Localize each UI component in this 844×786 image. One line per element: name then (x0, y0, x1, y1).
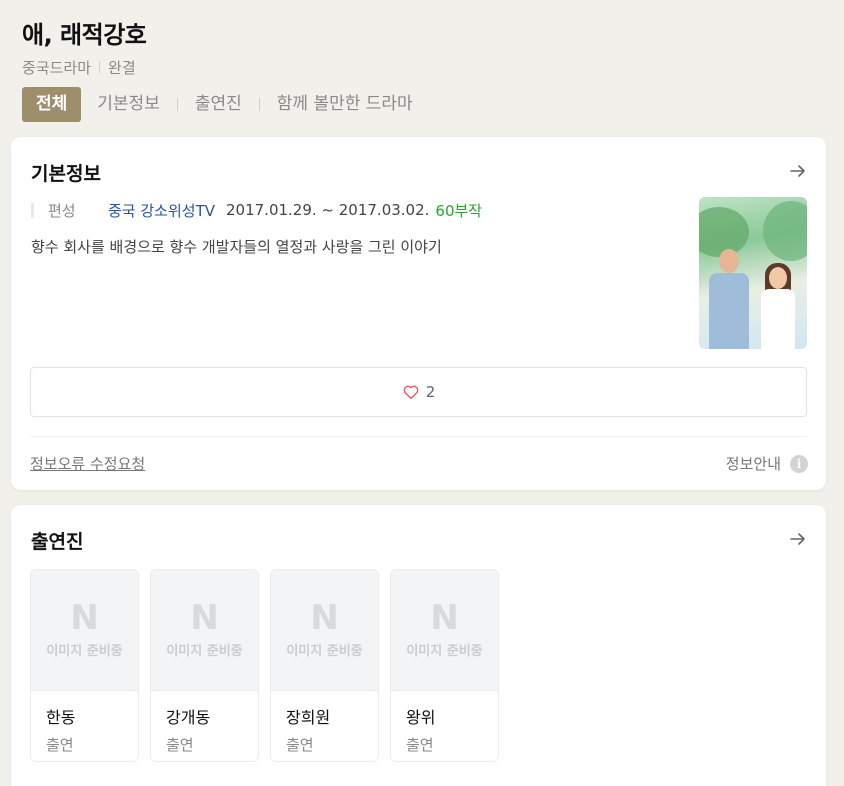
drama-poster[interactable] (699, 197, 807, 349)
placeholder-n-logo: N (190, 598, 219, 638)
broadcast-label: 편성 (48, 201, 76, 220)
status-label: 완결 (108, 58, 136, 77)
placeholder-n-logo: N (310, 598, 339, 638)
cast-photo-placeholder: N 이미지 준비중 (391, 570, 498, 691)
cast-role: 출연 (46, 736, 74, 754)
section-divider (30, 436, 807, 437)
tab-divider (176, 98, 178, 111)
cast-list: N 이미지 준비중 한동 출연 N 이미지 준비중 강개동 출연 N 이미지 준… (30, 569, 510, 762)
placeholder-n-logo: N (70, 598, 99, 638)
page-title: 애, 래적강호 (22, 21, 147, 49)
poster-actor-face (719, 249, 739, 273)
broadcast-info-row: 편성 중국 강소위성TV 2017.01.29. ~ 2017.03.02. 6… (31, 199, 482, 221)
info-guide-label: 정보안내 (725, 455, 781, 473)
placeholder-text: 이미지 준비중 (166, 644, 243, 659)
air-date-range: 2017.01.29. ~ 2017.03.02. (226, 201, 430, 219)
cast-role: 출연 (166, 736, 194, 754)
cast-name: 왕위 (406, 708, 436, 727)
cast-photo-placeholder: N 이미지 준비중 (271, 570, 378, 691)
cast-photo-placeholder: N 이미지 준비중 (151, 570, 258, 691)
cast-card: 출연진 N 이미지 준비중 한동 출연 N 이미지 준비중 강개동 출연 N 이… (11, 505, 826, 786)
placeholder-text: 이미지 준비중 (406, 644, 483, 659)
cast-name: 한동 (46, 708, 76, 727)
cast-title[interactable]: 출연진 (31, 527, 83, 554)
placeholder-n-logo: N (430, 598, 459, 638)
info-icon: i (790, 454, 808, 473)
cast-role: 출연 (406, 736, 434, 754)
cast-name: 강개동 (166, 708, 211, 727)
cast-member-card[interactable]: N 이미지 준비중 강개동 출연 (150, 569, 259, 762)
tab-basic-info[interactable]: 기본정보 (97, 87, 160, 122)
poster-actress-face (769, 267, 787, 289)
cast-name: 장희원 (286, 708, 331, 727)
tab-cast[interactable]: 출연진 (195, 87, 242, 122)
tab-all[interactable]: 전체 (22, 87, 82, 122)
poster-actor-figure (709, 273, 749, 349)
poster-foliage (763, 201, 807, 261)
placeholder-text: 이미지 준비중 (286, 644, 363, 659)
genre-label: 중국드라마 (22, 58, 92, 77)
arrow-right-icon[interactable] (788, 529, 808, 549)
title-meta: 중국드라마 완결 (22, 56, 822, 78)
tab-divider (258, 98, 260, 111)
cast-role: 출연 (286, 736, 314, 754)
info-row-marker (31, 202, 34, 218)
report-error-link[interactable]: 정보오류 수정요청 (30, 453, 145, 474)
page-header: 애, 래적강호 중국드라마 완결 (22, 18, 822, 78)
tab-bar: 전체 기본정보 출연진 함께 볼만한 드라마 (22, 87, 413, 122)
basic-info-title[interactable]: 기본정보 (31, 159, 101, 186)
cast-member-card[interactable]: N 이미지 준비중 왕위 출연 (390, 569, 499, 762)
tab-recommended[interactable]: 함께 볼만한 드라마 (277, 87, 413, 122)
poster-actress-figure (761, 289, 795, 349)
heart-outline-icon (403, 385, 419, 400)
episode-count: 60부작 (435, 201, 483, 220)
arrow-right-icon[interactable] (788, 161, 808, 181)
placeholder-text: 이미지 준비중 (46, 644, 123, 659)
cast-member-card[interactable]: N 이미지 준비중 한동 출연 (30, 569, 139, 762)
synopsis-text: 향수 회사를 배경으로 향수 개발자들의 열정과 사랑을 그린 이야기 (31, 238, 442, 256)
info-guide-button[interactable]: 정보안내 i (726, 453, 808, 474)
like-button[interactable]: 2 (30, 367, 807, 417)
cast-member-card[interactable]: N 이미지 준비중 장희원 출연 (270, 569, 379, 762)
like-count: 2 (425, 383, 436, 401)
cast-photo-placeholder: N 이미지 준비중 (31, 570, 138, 691)
channel-link[interactable]: 중국 강소위성TV (108, 200, 215, 221)
basic-info-card: 기본정보 편성 중국 강소위성TV 2017.01.29. ~ 2017.03.… (11, 137, 826, 490)
meta-divider (99, 61, 101, 73)
